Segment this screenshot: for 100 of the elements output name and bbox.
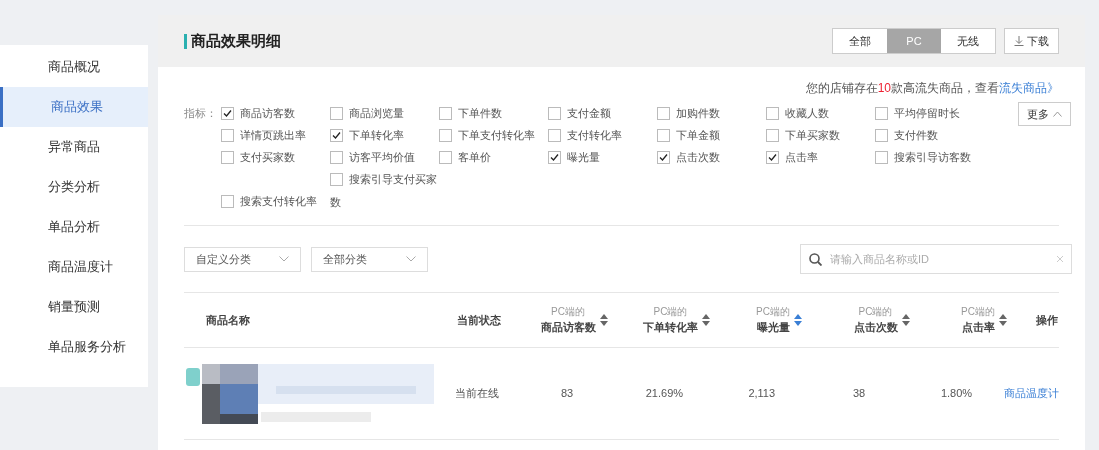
checkbox[interactable] xyxy=(657,128,670,142)
sidebar-item[interactable]: 商品温度计 xyxy=(0,247,148,287)
sort-icon[interactable] xyxy=(793,314,802,326)
metric-label: 下单件数 xyxy=(458,105,502,121)
column-header: 曝光量 xyxy=(756,320,790,336)
sort-icon[interactable] xyxy=(998,314,1007,326)
chevron-up-icon xyxy=(1053,111,1062,117)
checkbox[interactable] xyxy=(439,128,452,142)
column-header: 点击率 xyxy=(961,320,995,336)
checkbox[interactable] xyxy=(657,106,670,120)
metric-label: 搜索引导访客数 xyxy=(894,149,971,165)
sidebar-item[interactable]: 商品效果 xyxy=(0,87,148,127)
checkbox[interactable] xyxy=(875,106,888,120)
metric-label: 商品浏览量 xyxy=(349,105,404,121)
lost-products-link[interactable]: 流失商品》 xyxy=(999,81,1059,95)
checkbox[interactable] xyxy=(330,172,343,186)
metric-label: 加购件数 xyxy=(676,105,720,121)
column-header: 点击次数 xyxy=(853,320,898,336)
clear-icon[interactable] xyxy=(1057,256,1063,262)
metric-label: 数 xyxy=(330,196,341,208)
column-header: 商品访客数 xyxy=(540,320,596,336)
table-cell-text: 2,113 xyxy=(748,386,776,402)
checkbox[interactable] xyxy=(657,150,670,164)
column-header: 下单转化率 xyxy=(643,320,698,336)
metric-label: 下单转化率 xyxy=(349,127,404,143)
checkbox[interactable] xyxy=(548,150,561,164)
notice-text: 您的店铺存在10款高流失商品，查看流失商品》 xyxy=(805,80,1059,97)
checkbox[interactable] xyxy=(875,128,888,142)
metric-label: 点击率 xyxy=(785,149,818,165)
section-title: 商品效果明细 xyxy=(191,30,281,51)
checkbox[interactable] xyxy=(439,106,452,120)
table-cell-text: 1.80% xyxy=(940,386,973,402)
check-icon xyxy=(768,152,777,162)
column-header: 当前状态 xyxy=(457,312,501,328)
check-icon xyxy=(223,108,232,118)
title-accent xyxy=(184,33,187,49)
checkbox[interactable] xyxy=(875,150,888,164)
check-icon xyxy=(332,130,341,140)
checkbox[interactable] xyxy=(766,150,779,164)
check-icon xyxy=(550,152,559,162)
check-icon xyxy=(659,152,668,162)
category-dropdown[interactable]: 全部分类 xyxy=(311,246,428,272)
search-icon xyxy=(809,253,822,266)
download-button[interactable]: 下载 xyxy=(1004,28,1059,54)
column-prefix: PC端的 xyxy=(858,305,893,320)
column-header: 商品名称 xyxy=(206,312,250,328)
checkbox[interactable] xyxy=(439,150,452,164)
sidebar-item[interactable]: 分类分析 xyxy=(0,167,148,207)
metric-label: 点击次数 xyxy=(676,149,720,165)
metric-label: 访客平均价值 xyxy=(349,149,415,165)
checkbox[interactable] xyxy=(330,128,343,142)
checkbox[interactable] xyxy=(330,106,343,120)
checkbox[interactable] xyxy=(548,128,561,142)
category-dropdown[interactable]: 自定义分类 xyxy=(184,246,301,272)
column-prefix: PC端的 xyxy=(961,305,995,320)
metric-label: 支付买家数 xyxy=(240,149,295,165)
metric-label: 详情页跳出率 xyxy=(240,127,306,143)
checkbox[interactable] xyxy=(221,150,234,164)
checkbox[interactable] xyxy=(221,106,234,120)
column-prefix: PC端的 xyxy=(756,305,790,320)
metric-label: 支付金额 xyxy=(567,105,611,121)
metric-label: 下单支付转化率 xyxy=(458,127,535,143)
chevron-down-icon xyxy=(279,256,289,262)
column-header: 操作 xyxy=(1035,312,1058,328)
download-icon xyxy=(1014,36,1024,46)
checkbox[interactable] xyxy=(766,128,779,142)
metric-label: 支付件数 xyxy=(894,127,938,143)
metric-label: 下单金额 xyxy=(676,127,720,143)
checkbox[interactable] xyxy=(221,128,234,142)
checkbox[interactable] xyxy=(330,150,343,164)
checkbox[interactable] xyxy=(548,106,561,120)
checkbox[interactable] xyxy=(221,194,234,208)
sort-icon[interactable] xyxy=(702,314,710,326)
search-field[interactable]: 请输入商品名称或ID xyxy=(800,244,1072,274)
metric-label: 支付转化率 xyxy=(567,127,622,143)
sidebar-item[interactable]: 异常商品 xyxy=(0,127,148,167)
metric-label: 搜索支付转化率 xyxy=(240,193,317,209)
metric-label: 收藏人数 xyxy=(785,105,829,121)
status-cell-text: 当前在线 xyxy=(454,386,499,402)
table-cell-text: 38 xyxy=(853,386,866,402)
sort-icon[interactable] xyxy=(901,314,910,326)
column-prefix: PC端的 xyxy=(653,305,688,320)
sidebar-item[interactable]: 单品服务分析 xyxy=(0,327,148,367)
sidebar-item[interactable]: 销量预测 xyxy=(0,287,148,327)
sidebar-item[interactable]: 商品概况 xyxy=(0,47,148,87)
metric-label: 搜索引导支付买家 xyxy=(349,171,437,187)
metric-label: 商品访客数 xyxy=(240,105,295,121)
metric-label: 客单价 xyxy=(458,149,491,165)
column-prefix: PC端的 xyxy=(551,305,585,320)
metric-label: 曝光量 xyxy=(567,149,600,165)
sidebar-item[interactable]: 单品分析 xyxy=(0,207,148,247)
sort-icon[interactable] xyxy=(599,314,608,326)
metric-label: 下单买家数 xyxy=(785,127,840,143)
more-button[interactable]: 更多 xyxy=(1018,102,1071,126)
chevron-down-icon xyxy=(406,256,416,262)
checkbox[interactable] xyxy=(766,106,779,120)
metric-label: 平均停留时长 xyxy=(894,105,960,121)
table-cell-text: 83 xyxy=(560,386,574,402)
table-cell-text: 21.69% xyxy=(645,386,684,402)
action-link[interactable]: 商品温度计 xyxy=(1004,385,1059,402)
